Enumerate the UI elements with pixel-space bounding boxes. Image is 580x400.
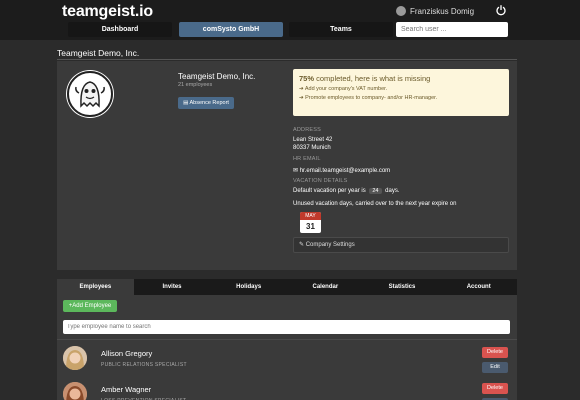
hr-email-label: HR EMAIL [293, 156, 321, 162]
missing-item-text: Promote employees to company- and/or HR-… [305, 95, 438, 101]
employee-search-input[interactable] [63, 320, 510, 334]
address-city: 80337 Munich [293, 145, 331, 151]
completion-headline: 75% completed, here is what is missing [299, 74, 503, 83]
absence-report-button[interactable]: ▤ Absence Report [178, 97, 234, 109]
vacation-details-label: VACATION DETAILS [293, 178, 348, 184]
employee-row: Amber Wagner LOSS PREVENTION SPECIALIST … [57, 379, 517, 400]
power-icon[interactable] [495, 4, 507, 16]
company-settings-label: Company Settings [305, 242, 355, 248]
title-divider [57, 59, 517, 60]
employee-avatar [63, 382, 87, 400]
top-bar: teamgeist.io Franziskus Domig Dashboard … [0, 0, 580, 40]
page-title: Teamgeist Demo, Inc. [57, 48, 140, 58]
envelope-icon: ✉ [293, 168, 300, 174]
address-label: ADDRESS [293, 127, 321, 133]
nav-dashboard-button[interactable]: Dashboard [68, 22, 172, 37]
user-avatar [396, 6, 406, 16]
tab-holidays[interactable]: Holidays [210, 279, 287, 295]
user-name: Franziskus Domig [410, 6, 475, 16]
add-employee-label: Add Employee [72, 303, 112, 309]
pencil-icon: ✎ [299, 242, 306, 248]
tab-calendar[interactable]: Calendar [287, 279, 364, 295]
employee-name[interactable]: Allison Gregory [101, 349, 152, 358]
completion-notice: 75% completed, here is what is missing ➔… [293, 69, 509, 116]
missing-item[interactable]: ➔ Promote employees to company- and/or H… [299, 95, 503, 101]
missing-item[interactable]: ➔ Add your company's VAT number. [299, 86, 503, 92]
vacation-days-badge: 24 [369, 188, 382, 194]
expiry-month: MAY [300, 212, 321, 220]
ghost-mascot-icon [67, 71, 113, 117]
add-employee-button[interactable]: +Add Employee [63, 300, 117, 312]
nav-teams-button[interactable]: Teams [289, 22, 393, 37]
missing-item-text: Add your company's VAT number. [304, 86, 388, 92]
tab-employees[interactable]: Employees [57, 279, 134, 295]
employee-avatar [63, 346, 87, 370]
address-street: Lean Street 42 [293, 137, 333, 143]
tab-account[interactable]: Account [440, 279, 517, 295]
app-logo[interactable]: teamgeist.io [62, 3, 153, 21]
list-divider [57, 339, 517, 340]
user-menu[interactable]: Franziskus Domig [396, 6, 474, 16]
delete-employee-button[interactable]: Delete [482, 347, 508, 358]
expiry-day: 31 [306, 222, 315, 231]
expiry-date-calendar: MAY 31 [300, 212, 321, 233]
company-card: Teamgeist Demo, Inc. 21 employees ▤ Abse… [57, 61, 517, 270]
company-logo [66, 70, 114, 118]
employees-panel: +Add Employee Allison Gregory PUBLIC REL… [57, 295, 517, 400]
edit-employee-button[interactable]: Edit [482, 362, 508, 373]
company-settings-button[interactable]: ✎ Company Settings [293, 237, 509, 253]
completion-headline-text: completed, here is what is missing [314, 74, 431, 83]
employee-name[interactable]: Amber Wagner [101, 385, 151, 394]
nav-organization-button[interactable]: comSysto GmbH [179, 22, 283, 37]
employee-count: 21 employees [178, 82, 213, 88]
tab-statistics[interactable]: Statistics [364, 279, 441, 295]
company-name: Teamgeist Demo, Inc. [178, 72, 256, 81]
hr-email: ✉ hr.email.teamgeist@example.com [293, 167, 390, 174]
tab-invites[interactable]: Invites [134, 279, 211, 295]
employee-role: PUBLIC RELATIONS SPECIALIST [101, 362, 187, 368]
carryover-text: Unused vacation days, carried over to th… [293, 201, 457, 207]
delete-employee-button[interactable]: Delete [482, 383, 508, 394]
completion-percent: 75% [299, 74, 315, 83]
employee-row: Allison Gregory PUBLIC RELATIONS SPECIAL… [57, 343, 517, 379]
default-vacation-prefix: Default vacation per year is [293, 188, 366, 194]
hr-email-value: hr.email.teamgeist@example.com [299, 168, 391, 174]
default-vacation-suffix: days. [385, 188, 400, 194]
search-user-input[interactable] [396, 22, 508, 37]
absence-report-label: Absence Report [189, 100, 229, 106]
section-tabs: Employees Invites Holidays Calendar Stat… [57, 279, 517, 295]
default-vacation-text: Default vacation per year is 24 days. [293, 188, 400, 194]
